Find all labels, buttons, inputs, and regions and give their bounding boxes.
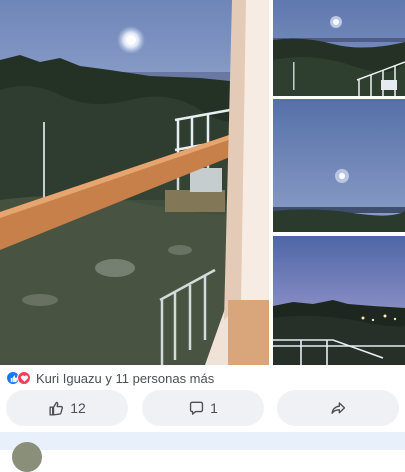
photo-thumbnail-2[interactable] — [273, 0, 405, 96]
avatar[interactable] — [12, 442, 42, 472]
next-post-preview — [0, 432, 405, 472]
share-button[interactable] — [277, 390, 399, 426]
photo-thumbnail-3[interactable] — [273, 99, 405, 232]
photo-thumbnail-4[interactable] — [273, 236, 405, 365]
share-icon — [330, 401, 345, 414]
thumbs-up-icon — [49, 401, 64, 416]
post-photo-grid — [0, 0, 405, 365]
comment-count: 1 — [210, 400, 218, 416]
love-icon — [17, 371, 31, 385]
like-count: 12 — [70, 400, 86, 416]
comment-button[interactable]: 1 — [142, 390, 264, 426]
reactions-summary[interactable]: Kuri Iguazu y 11 personas más — [6, 369, 214, 387]
comment-icon — [189, 401, 204, 415]
like-button[interactable]: 12 — [6, 390, 128, 426]
photo-main[interactable] — [0, 0, 269, 365]
reactions-text[interactable]: Kuri Iguazu y 11 personas más — [36, 371, 214, 386]
post-action-bar: 12 1 — [0, 390, 405, 428]
